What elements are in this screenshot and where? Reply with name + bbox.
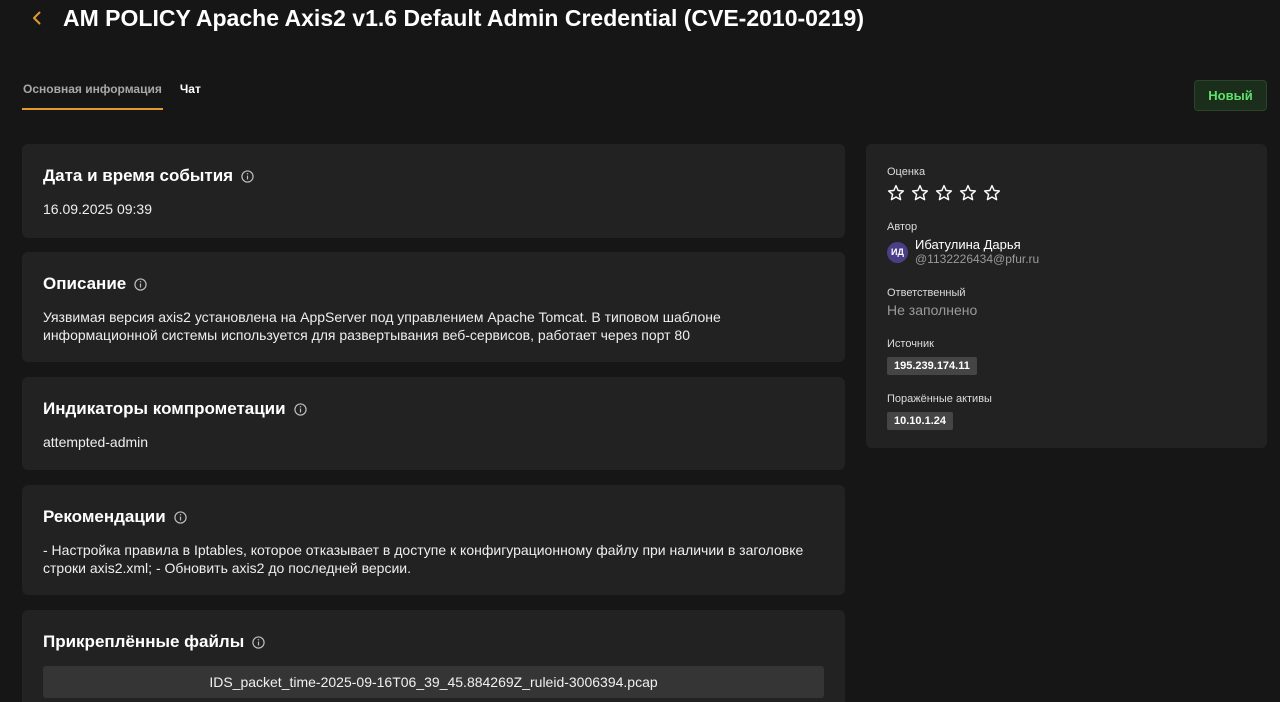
source-label: Источник bbox=[887, 338, 934, 350]
avatar: ИД bbox=[887, 241, 908, 263]
attached-file[interactable]: IDS_packet_time-2025-09-16T06_39_45.8842… bbox=[43, 666, 824, 698]
tab-main-info[interactable]: Основная информация bbox=[22, 78, 163, 110]
assignee-value[interactable]: Не заполнено bbox=[887, 302, 977, 318]
files-title-row: Прикреплённые файлы bbox=[43, 630, 824, 654]
author-handle: @1132226434@pfur.ru bbox=[915, 252, 1040, 266]
recommendations-title: Рекомендации bbox=[43, 507, 166, 526]
info-icon bbox=[252, 635, 265, 649]
assignee-group: Ответственный Не заполнено bbox=[887, 287, 977, 318]
rating-stars bbox=[887, 184, 1001, 202]
info-icon bbox=[174, 510, 187, 524]
star-icon[interactable] bbox=[959, 184, 977, 202]
author-group: Автор ИД Ибатулина Дарья @1132226434@pfu… bbox=[887, 221, 1039, 266]
recommendations-card: Рекомендации - Настройка правила в Iptab… bbox=[22, 485, 845, 595]
status-button[interactable]: Новый bbox=[1194, 80, 1267, 111]
tab-bar: Основная информация Чат bbox=[22, 78, 202, 110]
back-button[interactable] bbox=[28, 8, 46, 28]
tab-chat[interactable]: Чат bbox=[179, 78, 202, 110]
indicators-title-row: Индикаторы компрометации bbox=[43, 397, 824, 421]
datetime-value: 16.09.2025 09:39 bbox=[43, 201, 152, 217]
assets-group: Поражённые активы 10.10.1.24 bbox=[887, 393, 992, 430]
indicators-card: Индикаторы компрометации attempted-admin bbox=[22, 377, 845, 470]
description-title-row: Описание bbox=[43, 272, 824, 296]
datetime-title-row: Дата и время события bbox=[43, 164, 824, 188]
info-icon bbox=[241, 169, 254, 183]
indicators-value: attempted-admin bbox=[43, 434, 149, 450]
author-row[interactable]: ИД Ибатулина Дарья @1132226434@pfur.ru bbox=[887, 238, 1039, 266]
recommendations-text: - Настройка правила в Iptables, которое … bbox=[43, 542, 804, 576]
chevron-left-icon bbox=[33, 11, 41, 25]
assignee-label: Ответственный bbox=[887, 287, 966, 299]
page-title: AM POLICY Apache Axis2 v1.6 Default Admi… bbox=[63, 5, 864, 31]
files-card: Прикреплённые файлы IDS_packet_time-2025… bbox=[22, 610, 845, 702]
datetime-card: Дата и время события 16.09.2025 09:39 bbox=[22, 144, 845, 238]
star-icon[interactable] bbox=[983, 184, 1001, 202]
description-card: Описание Уязвимая версия axis2 установле… bbox=[22, 252, 845, 362]
details-sidebar: Оценка Автор ИД Ибатулина Дарья @1132226… bbox=[866, 144, 1267, 448]
rating-group: Оценка bbox=[887, 166, 1001, 202]
assets-label: Поражённые активы bbox=[887, 393, 992, 405]
source-group: Источник 195.239.174.11 bbox=[887, 338, 977, 375]
author-label: Автор bbox=[887, 221, 918, 233]
indicators-title: Индикаторы компрометации bbox=[43, 399, 286, 418]
info-icon bbox=[134, 277, 147, 291]
description-title: Описание bbox=[43, 274, 127, 293]
asset-ip-chip[interactable]: 10.10.1.24 bbox=[887, 412, 953, 430]
header: AM POLICY Apache Axis2 v1.6 Default Admi… bbox=[0, 0, 1280, 40]
recommendations-title-row: Рекомендации bbox=[43, 505, 824, 529]
description-text: Уязвимая версия axis2 установлена на App… bbox=[43, 309, 721, 343]
rating-label: Оценка bbox=[887, 166, 926, 178]
author-name: Ибатулина Дарья bbox=[915, 237, 1021, 252]
star-icon[interactable] bbox=[887, 184, 905, 202]
star-icon[interactable] bbox=[935, 184, 953, 202]
files-title: Прикреплённые файлы bbox=[43, 632, 245, 651]
star-icon[interactable] bbox=[911, 184, 929, 202]
datetime-title: Дата и время события bbox=[43, 166, 234, 185]
info-icon bbox=[293, 402, 307, 416]
source-ip-chip[interactable]: 195.239.174.11 bbox=[887, 357, 977, 375]
